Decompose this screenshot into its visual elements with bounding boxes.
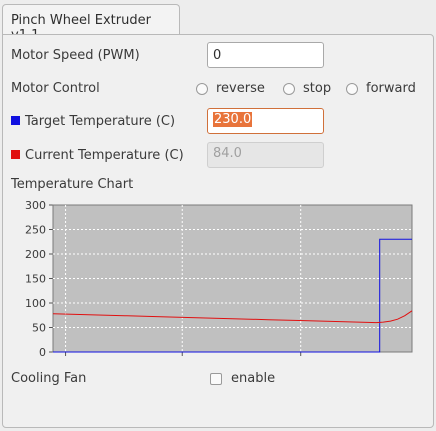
tab-extruder[interactable]: Pinch Wheel Extruder v1.1 [2,4,180,43]
current-temperature-label: Current Temperature (C) [25,148,184,163]
motor-forward-radio[interactable]: forward [346,81,416,96]
motor-speed-input[interactable] [207,42,324,68]
cooling-fan-enable-label: enable [231,371,276,386]
checkbox-icon [210,372,222,385]
temperature-chart-label: Temperature Chart [11,177,134,192]
motor-speed-label: Motor Speed (PWM) [11,48,140,63]
target-temperature-value: 230.0 [213,112,253,127]
motor-reverse-radio[interactable]: reverse [196,81,265,96]
motor-reverse-label: reverse [216,81,265,96]
current-color-swatch [11,150,20,159]
radio-circle-icon [283,82,295,95]
target-temperature-label-row: Target Temperature (C) [11,114,175,129]
current-temperature-label-row: Current Temperature (C) [11,148,184,163]
motor-stop-label: stop [303,81,332,96]
motor-stop-radio[interactable]: stop [283,81,331,96]
radio-circle-icon [346,82,358,95]
target-color-swatch [11,116,20,125]
target-temperature-label: Target Temperature (C) [25,114,176,129]
cooling-fan-label: Cooling Fan [11,371,87,386]
cooling-fan-checkbox[interactable]: enable [210,371,275,386]
current-temperature-field: 84.0 [207,142,324,168]
motor-control-label: Motor Control [11,81,100,96]
motor-forward-label: forward [366,81,416,96]
radio-circle-icon [196,82,208,95]
target-temperature-input[interactable]: 230.0 [207,108,324,134]
